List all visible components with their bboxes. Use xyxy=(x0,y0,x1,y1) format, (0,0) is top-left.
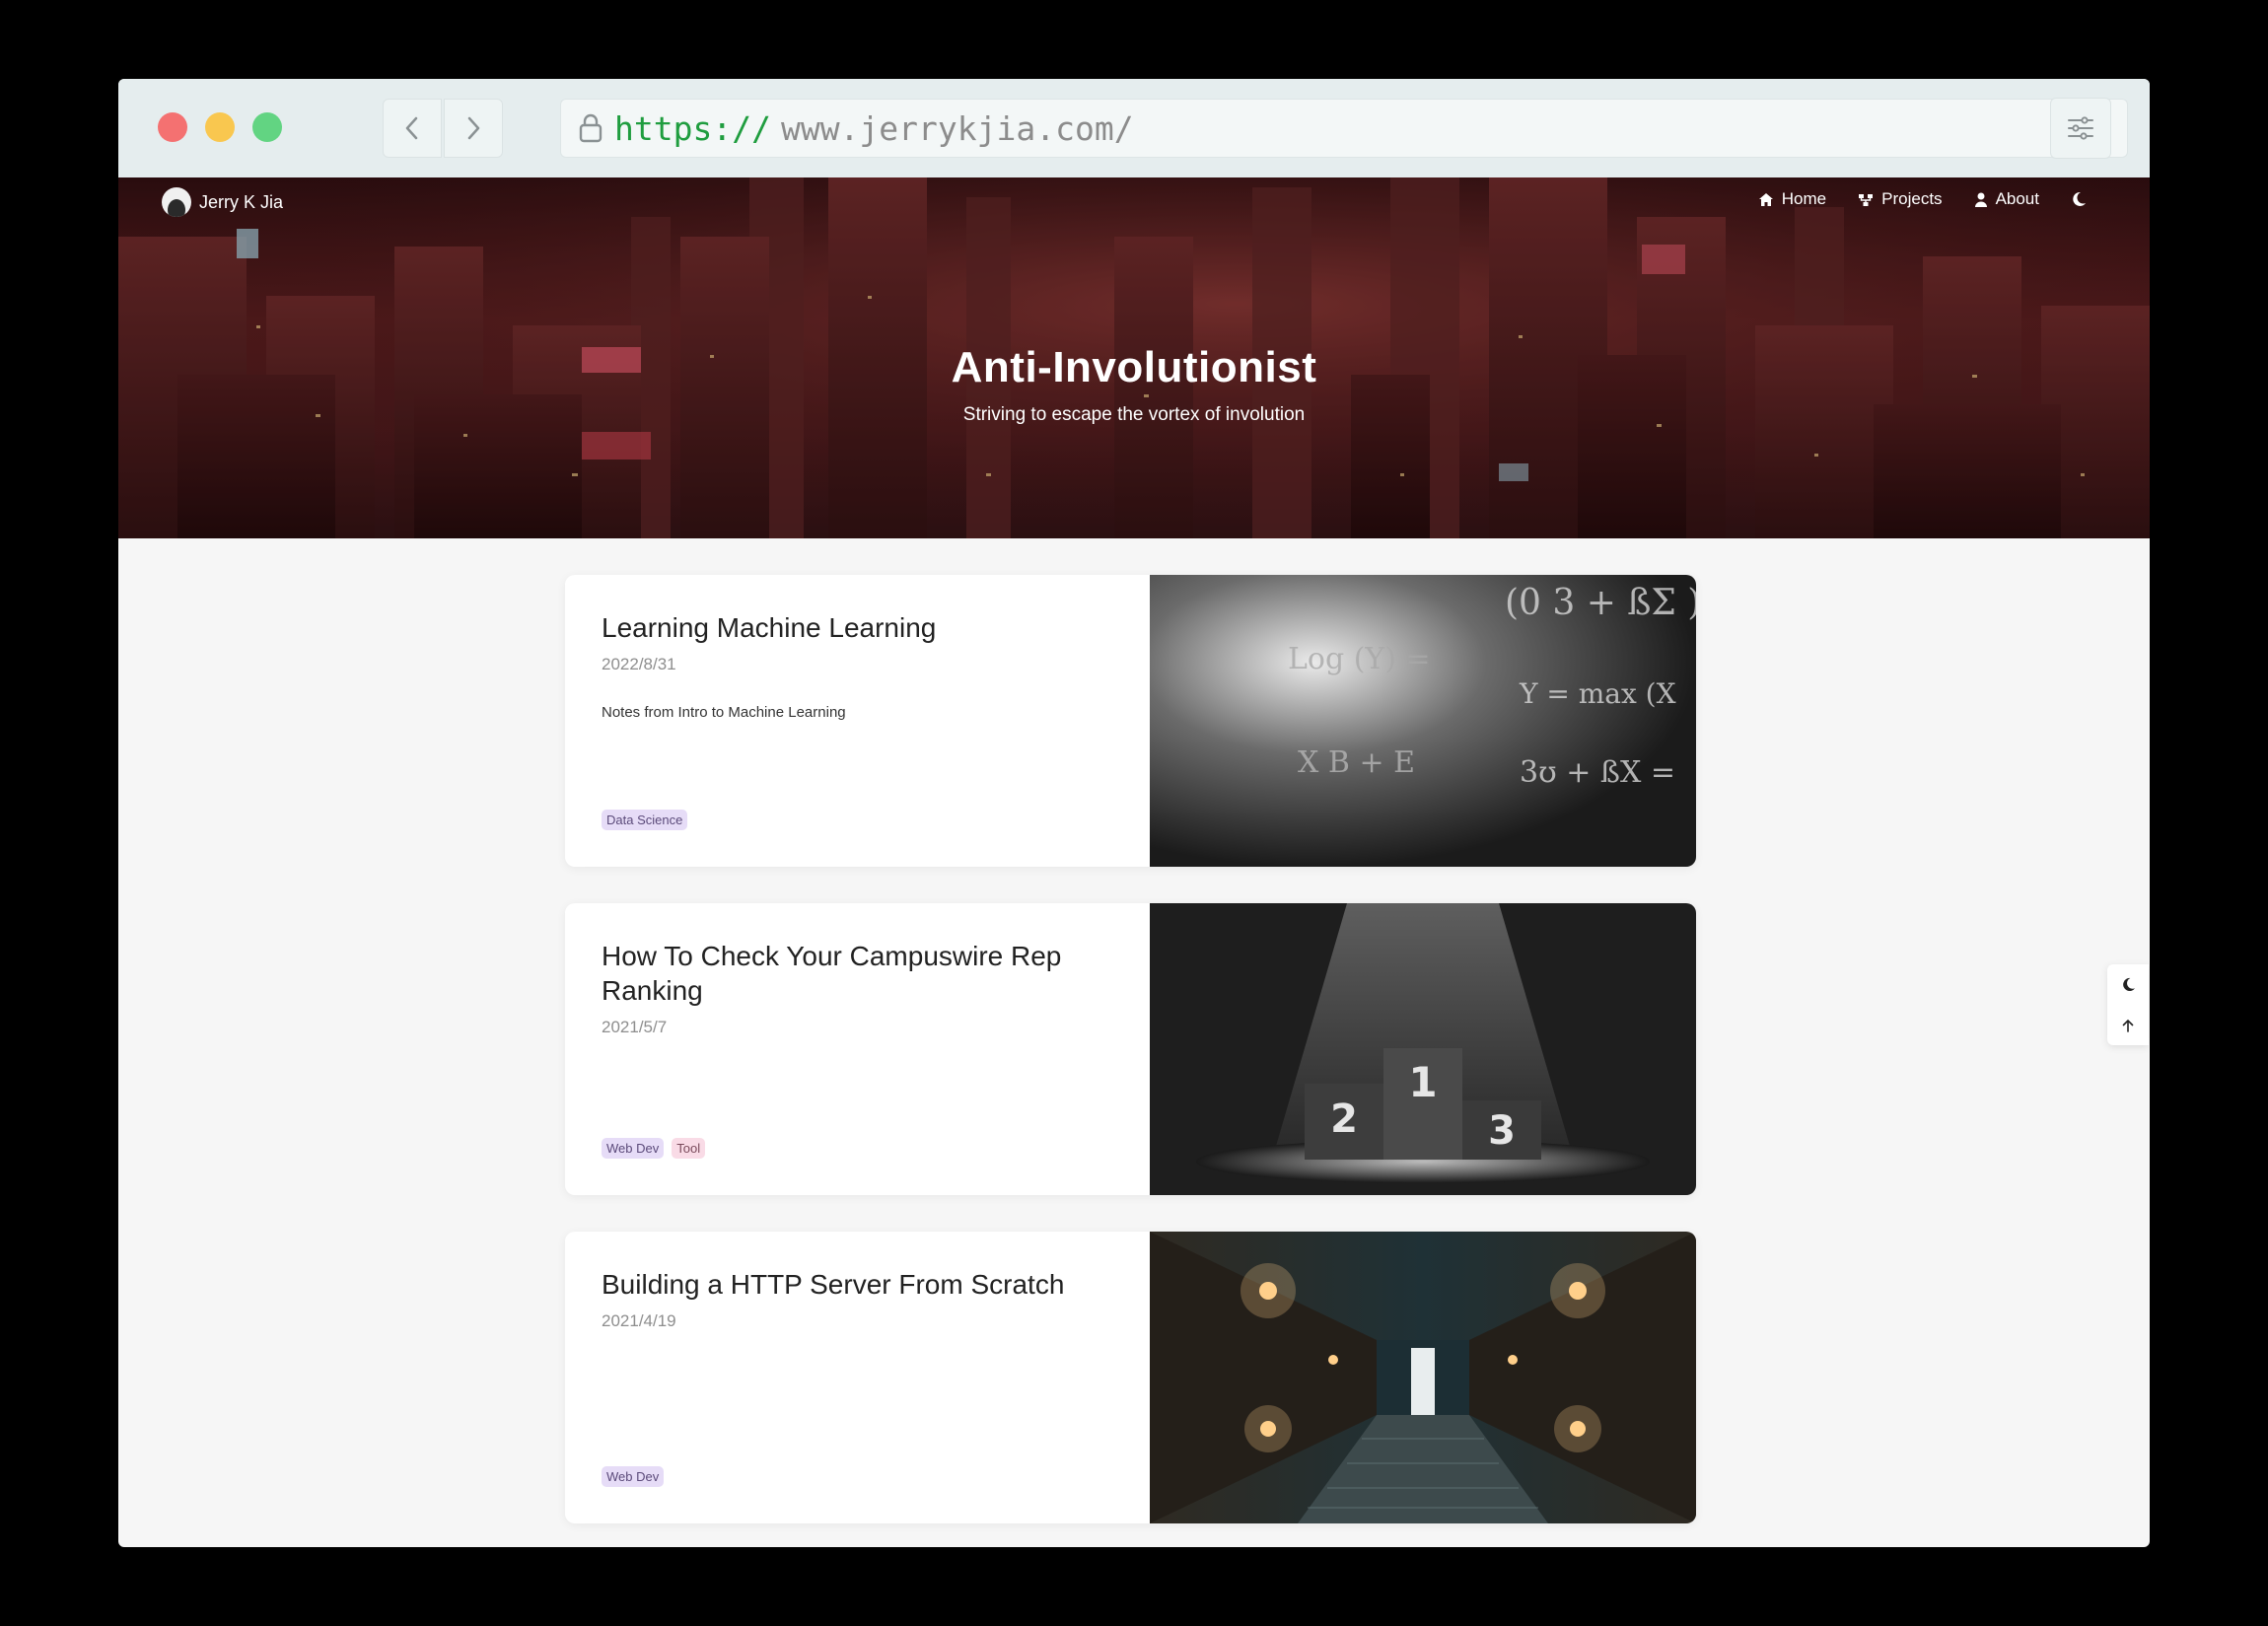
projects-icon xyxy=(1859,193,1874,206)
forward-button[interactable] xyxy=(444,99,503,158)
tag-badge[interactable]: Tool xyxy=(672,1138,706,1159)
thumb-math-text: X B + E xyxy=(1298,745,1415,780)
avatar xyxy=(162,187,191,217)
back-button[interactable] xyxy=(383,99,442,158)
address-bar[interactable]: https:// www.jerrykjia.com/ xyxy=(560,99,2128,158)
sliders-icon xyxy=(2068,116,2093,140)
thumb-math-text: Y = max (X xyxy=(1519,677,1676,710)
scroll-to-top-button[interactable] xyxy=(2107,1005,2149,1045)
tag-badge[interactable]: Web Dev xyxy=(602,1466,665,1487)
post-thumbnail[interactable]: (0 3 + ßΣ ) Log (Y) = Y = max (X X B + E… xyxy=(1150,575,1696,867)
post-date: 2021/5/7 xyxy=(602,1018,668,1036)
server-corridor-image xyxy=(1150,1232,1696,1523)
browser-window: https:// www.jerrykjia.com/ Jerry K Jia … xyxy=(118,79,2150,1547)
arrow-up-icon xyxy=(2122,1019,2134,1032)
chevron-left-icon xyxy=(405,116,418,140)
lock-icon xyxy=(575,108,606,148)
dark-mode-float-button[interactable] xyxy=(2107,964,2149,1005)
thumb-math-text: 3ʊ + ßX = xyxy=(1520,755,1675,790)
post-text: Building a HTTP Server From Scratch 2021… xyxy=(565,1232,1150,1523)
tag-badge[interactable]: Data Science xyxy=(602,810,688,830)
hero-title: Anti-Involutionist xyxy=(951,343,1317,391)
nav-projects[interactable]: Projects xyxy=(1858,189,1943,209)
thumb-math-text: Log (Y) = xyxy=(1288,642,1431,676)
post-title[interactable]: Learning Machine Learning xyxy=(602,610,1114,645)
nav-about[interactable]: About xyxy=(1974,189,2039,209)
minimize-window-button[interactable] xyxy=(205,112,235,142)
podium-number: 1 xyxy=(1408,1058,1437,1106)
nav-projects-label: Projects xyxy=(1881,189,1943,208)
post-tags: Web Dev Tool xyxy=(602,1138,713,1159)
url-host: www.jerrykjia.com/ xyxy=(780,108,1134,148)
dark-mode-toggle[interactable] xyxy=(2071,191,2094,207)
post-date: 2021/4/19 xyxy=(602,1311,676,1330)
podium-number: 3 xyxy=(1488,1108,1516,1154)
tag-badge[interactable]: Web Dev xyxy=(602,1138,665,1159)
post-card[interactable]: How To Check Your Campuswire Rep Ranking… xyxy=(565,903,1696,1195)
nav-home-label: Home xyxy=(1781,189,1827,208)
post-title[interactable]: How To Check Your Campuswire Rep Ranking xyxy=(602,939,1114,1008)
hero-subtitle: Striving to escape the vortex of involut… xyxy=(962,404,1306,425)
post-title[interactable]: Building a HTTP Server From Scratch xyxy=(602,1267,1114,1302)
post-tags: Data Science xyxy=(602,810,695,830)
top-navigation: Home Projects About xyxy=(1727,189,2094,209)
site-brand-link[interactable]: Jerry K Jia xyxy=(162,187,283,217)
podium-image: 1 2 3 xyxy=(1150,903,1696,1195)
close-window-button[interactable] xyxy=(158,112,187,142)
podium-number: 2 xyxy=(1330,1096,1358,1142)
hero-banner: Jerry K Jia Home Projects About Anti-Inv… xyxy=(118,177,2150,538)
chevron-right-icon xyxy=(467,116,480,140)
post-text: Learning Machine Learning 2022/8/31 Note… xyxy=(565,575,1150,867)
site-brand-name: Jerry K Jia xyxy=(199,191,284,212)
post-card[interactable]: Learning Machine Learning 2022/8/31 Note… xyxy=(565,575,1696,867)
browser-toolbar: https:// www.jerrykjia.com/ xyxy=(118,79,2150,177)
settings-button[interactable] xyxy=(2050,98,2111,159)
user-icon xyxy=(1974,192,1987,207)
post-tags: Web Dev xyxy=(602,1466,672,1487)
nav-about-label: About xyxy=(1995,189,2039,208)
home-icon xyxy=(1758,192,1773,206)
post-thumbnail[interactable] xyxy=(1150,1232,1696,1523)
floating-tools xyxy=(2107,964,2149,1045)
moon-icon xyxy=(2073,191,2086,206)
post-description: Notes from Intro to Machine Learning xyxy=(602,704,846,721)
math-equations-image: (0 3 + ßΣ ) Log (Y) = Y = max (X X B + E… xyxy=(1150,575,1696,867)
moon-icon xyxy=(2122,977,2135,992)
post-text: How To Check Your Campuswire Rep Ranking… xyxy=(565,903,1150,1195)
thumb-math-text: (0 3 + ßΣ ) xyxy=(1505,583,1696,623)
nav-home[interactable]: Home xyxy=(1758,189,1826,209)
url-scheme: https:// xyxy=(614,108,771,148)
maximize-window-button[interactable] xyxy=(252,112,282,142)
post-date: 2022/8/31 xyxy=(602,655,676,673)
post-card[interactable]: Building a HTTP Server From Scratch 2021… xyxy=(565,1232,1696,1523)
post-thumbnail[interactable]: 1 2 3 xyxy=(1150,903,1696,1195)
